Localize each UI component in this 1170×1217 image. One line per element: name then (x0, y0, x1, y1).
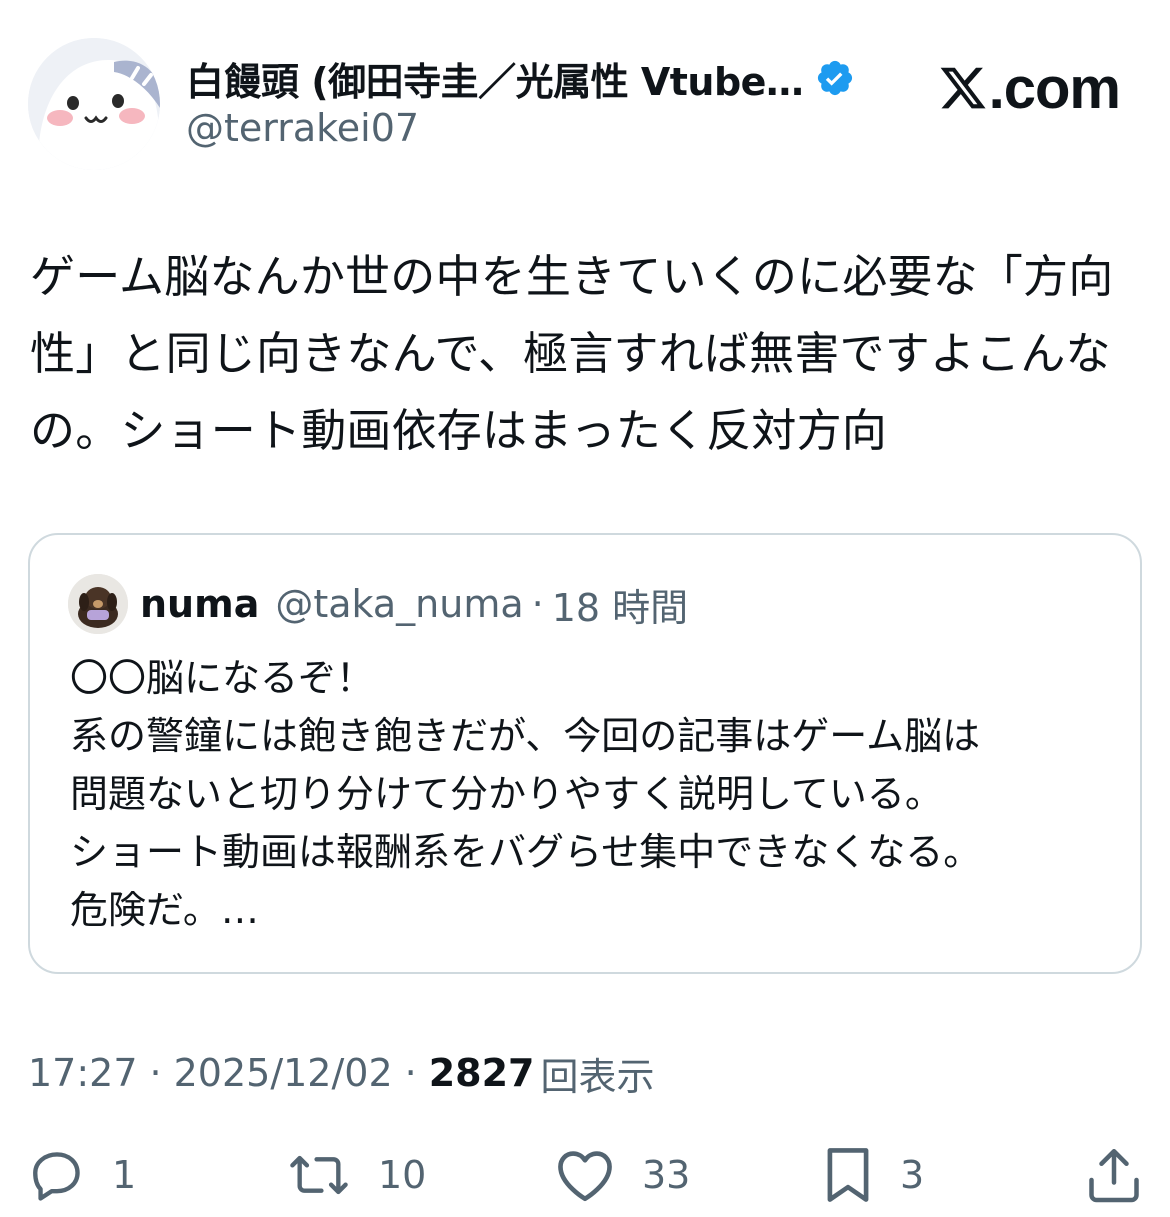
bookmark-count: 3 (900, 1153, 925, 1197)
bookmark-button[interactable]: 3 (822, 1140, 924, 1210)
heart-icon (554, 1146, 616, 1204)
tweet-time[interactable]: 17:27 (28, 1051, 138, 1095)
quoted-text-line: 系の警鐘には飽き飽きだが、今回の記事はゲーム脳は (70, 714, 981, 758)
reply-count: 1 (112, 1153, 137, 1197)
quoted-separator: · (531, 582, 544, 626)
x-com-label: .com (988, 55, 1121, 121)
quoted-author-avatar[interactable] (68, 574, 128, 634)
reply-icon (28, 1146, 86, 1204)
tweet-text: ゲーム脳なんか世の中を生きていくのに必要な「方向性」と同じ向きなんで、極言すれば… (30, 250, 1114, 457)
tweet-screenshot: 白饅頭 (御田寺圭／光属性 Vtube… @terrakei07 .com ゲー… (0, 0, 1170, 1217)
x-logo-icon (937, 63, 989, 113)
tweet-date[interactable]: 2025/12/02 (174, 1051, 393, 1095)
like-button[interactable]: 33 (554, 1140, 690, 1210)
like-count: 33 (642, 1153, 691, 1197)
author-name-row: 白饅頭 (御田寺圭／光属性 Vtube… (186, 52, 855, 104)
views-label: 回表示 (540, 1054, 655, 1099)
quoted-text: 〇〇脳になるぞ！ 系の警鐘には飽き飽きだが、今回の記事はゲーム脳は 問題ないと切… (70, 649, 1120, 939)
author-handle[interactable]: @terrakei07 (186, 106, 419, 150)
tweet-meta: 17:27 · 2025/12/02 · 2827 回表示 (28, 1046, 655, 1100)
quoted-text-line: ショート動画は報酬系をバグらせ集中できなくなる。 (70, 830, 982, 874)
action-bar: 1 10 33 3 (0, 1140, 1170, 1210)
meta-separator: · (404, 1051, 417, 1095)
author-avatar[interactable] (28, 38, 160, 170)
share-icon (1086, 1145, 1142, 1205)
quoted-text-line: 問題ないと切り分けて分かりやすく説明している。 (70, 772, 943, 816)
meta-separator: · (149, 1051, 162, 1095)
bookmark-icon (822, 1144, 874, 1206)
x-com-watermark: .com (937, 48, 1121, 128)
reply-button[interactable]: 1 (28, 1140, 136, 1210)
quoted-header: numa @taka_numa · 18 時間 (140, 577, 688, 631)
repost-count: 10 (378, 1153, 427, 1197)
quoted-text-line: 危険だ。… (70, 888, 259, 932)
quoted-text-line: 〇〇脳になるぞ！ (70, 656, 375, 700)
quoted-author-name[interactable]: numa (140, 582, 259, 626)
quoted-author-handle[interactable]: @taka_numa (275, 582, 523, 626)
quoted-timestamp[interactable]: 18 時間 (552, 577, 688, 632)
share-button[interactable] (1086, 1140, 1142, 1210)
author-display-name[interactable]: 白饅頭 (御田寺圭／光属性 Vtube… (186, 51, 804, 106)
quoted-tweet-card[interactable]: numa @taka_numa · 18 時間 〇〇脳になるぞ！ 系の警鐘には飽… (28, 533, 1142, 974)
repost-icon (286, 1146, 352, 1204)
views-count: 2827 (428, 1051, 535, 1095)
verified-badge-icon (815, 58, 855, 98)
repost-button[interactable]: 10 (286, 1140, 426, 1210)
